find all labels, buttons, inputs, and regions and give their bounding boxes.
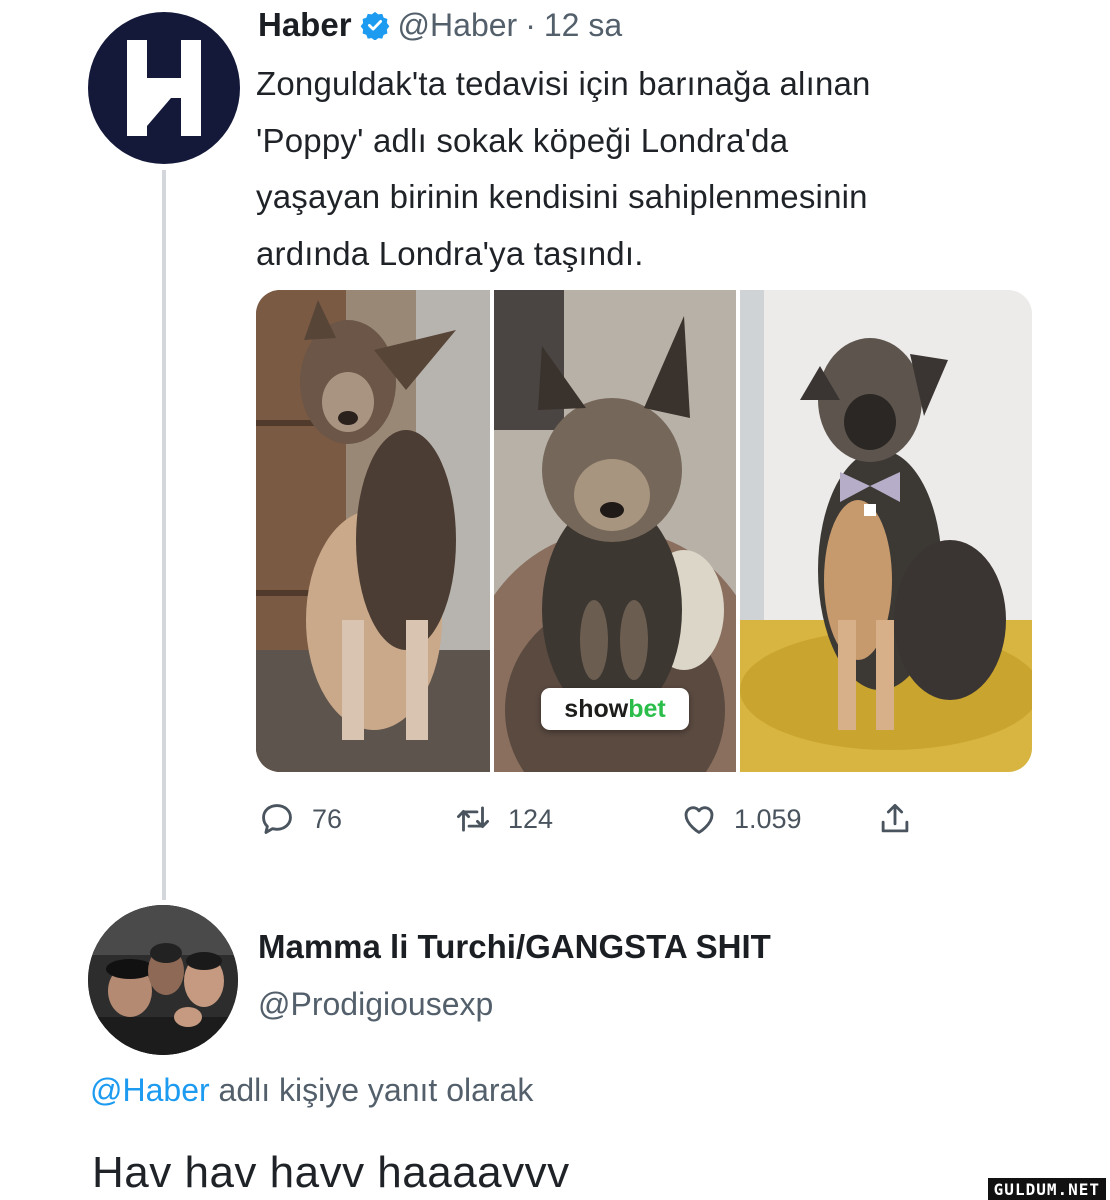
tweet-text-line: 'Poppy' adlı sokak köpeği Londra'da bbox=[256, 121, 789, 159]
tweet-header: Haber @Haber · 12 sa bbox=[258, 2, 622, 48]
tweet-actions: 76 124 1.059 bbox=[256, 792, 956, 846]
tweet-text: Zonguldak'ta tedavisi için barınağa alın… bbox=[256, 56, 1076, 282]
haber-avatar[interactable] bbox=[88, 12, 240, 164]
reply-text: Hav hav havv haaaavvv bbox=[92, 1148, 570, 1197]
retweet-count: 124 bbox=[508, 803, 554, 834]
reply-context-text: adlı kişiye yanıt olarak bbox=[209, 1072, 534, 1108]
heart-icon bbox=[684, 806, 714, 834]
like-count: 1.059 bbox=[734, 803, 802, 834]
reply-context: @Haber adlı kişiye yanıt olarak bbox=[90, 1072, 533, 1109]
tweet-timestamp[interactable]: 12 sa bbox=[544, 7, 622, 44]
dog-photo-3[interactable] bbox=[740, 290, 1032, 772]
watermark-part-2: bet bbox=[628, 694, 666, 723]
reply-button[interactable]: 76 bbox=[258, 792, 342, 846]
author-name[interactable]: Haber bbox=[258, 6, 352, 44]
tweet-text-line: ardında Londra'ya taşındı. bbox=[256, 234, 644, 272]
tweet-text-line: Zonguldak'ta tedavisi için barınağa alın… bbox=[256, 65, 871, 102]
haber-logo-icon bbox=[127, 40, 201, 136]
reply-count: 76 bbox=[312, 803, 343, 834]
reply-mention-link[interactable]: @Haber bbox=[90, 1072, 210, 1108]
showbet-watermark: show bet bbox=[541, 688, 689, 730]
reply-avatar[interactable] bbox=[88, 905, 238, 1055]
header-separator: · bbox=[525, 6, 536, 43]
like-button[interactable]: 1.059 bbox=[680, 792, 802, 846]
group-photo-avatar bbox=[88, 905, 238, 1055]
tweet-text-line: yaşayan birinin kendisini sahiplenmesini… bbox=[256, 178, 868, 215]
author-handle[interactable]: @Haber bbox=[398, 7, 518, 44]
watermark-part-1: show bbox=[564, 694, 629, 723]
thread-line bbox=[162, 170, 166, 900]
reply-author-handle[interactable]: @Prodigiousexp bbox=[258, 986, 493, 1023]
site-watermark: GULDUM.NET bbox=[987, 1178, 1106, 1200]
reply-author-name[interactable]: Mamma li Turchi/GANGSTA SHIT bbox=[258, 928, 771, 966]
retweet-button[interactable]: 124 bbox=[454, 792, 553, 846]
share-button[interactable] bbox=[876, 792, 930, 846]
reply-icon bbox=[262, 804, 292, 834]
dog-photo-1[interactable] bbox=[256, 290, 490, 772]
share-icon bbox=[881, 803, 909, 833]
retweet-icon bbox=[457, 806, 489, 832]
verified-badge-icon bbox=[360, 11, 389, 40]
